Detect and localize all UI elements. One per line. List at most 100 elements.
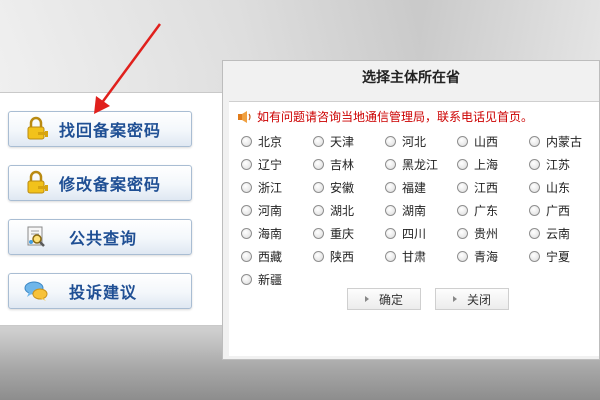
play-triangle-icon (452, 296, 457, 302)
province-label: 福建 (402, 181, 427, 195)
province-label: 四川 (402, 227, 427, 241)
province-label: 湖南 (402, 204, 427, 218)
province-label: 湖北 (330, 204, 355, 218)
lock-key-icon (23, 170, 49, 196)
radio-button[interactable] (313, 205, 324, 216)
province-option[interactable]: 云南 (529, 222, 600, 245)
province-option[interactable]: 甘肃 (385, 245, 457, 268)
radio-button[interactable] (457, 159, 468, 170)
radio-button[interactable] (457, 182, 468, 193)
radio-button[interactable] (529, 205, 540, 216)
radio-button[interactable] (385, 136, 396, 147)
province-option[interactable]: 辽宁 (241, 153, 313, 176)
public-query-button[interactable]: 公共查询 (8, 219, 192, 255)
close-button[interactable]: 关闭 (435, 288, 509, 310)
radio-button[interactable] (241, 159, 252, 170)
province-label: 上海 (474, 158, 499, 172)
document-search-icon (23, 224, 49, 250)
public-query-label: 公共查询 (69, 229, 138, 248)
province-option[interactable]: 广东 (457, 199, 529, 222)
radio-button[interactable] (457, 205, 468, 216)
province-option[interactable]: 广西 (529, 199, 600, 222)
province-option[interactable]: 山东 (529, 176, 600, 199)
province-label: 山西 (474, 135, 499, 149)
radio-button[interactable] (457, 251, 468, 262)
speaker-icon (237, 110, 253, 124)
province-option[interactable]: 北京 (241, 130, 313, 153)
radio-button[interactable] (457, 136, 468, 147)
province-option[interactable]: 河北 (385, 130, 457, 153)
province-option[interactable]: 上海 (457, 153, 529, 176)
radio-button[interactable] (241, 205, 252, 216)
confirm-button[interactable]: 确定 (347, 288, 421, 310)
radio-button[interactable] (529, 182, 540, 193)
province-label: 新疆 (258, 273, 283, 287)
province-option[interactable]: 江苏 (529, 153, 600, 176)
radio-button[interactable] (385, 251, 396, 262)
province-option[interactable]: 贵州 (457, 222, 529, 245)
province-option[interactable]: 河南 (241, 199, 313, 222)
province-label: 安徽 (330, 181, 355, 195)
complaint-suggestion-label: 投诉建议 (69, 283, 138, 302)
province-option[interactable]: 天津 (313, 130, 385, 153)
radio-button[interactable] (385, 228, 396, 239)
radio-button[interactable] (529, 251, 540, 262)
province-option[interactable]: 西藏 (241, 245, 313, 268)
province-option[interactable]: 江西 (457, 176, 529, 199)
province-label: 云南 (546, 227, 571, 241)
radio-button[interactable] (241, 182, 252, 193)
province-option[interactable]: 重庆 (313, 222, 385, 245)
play-triangle-icon (364, 296, 369, 302)
radio-button[interactable] (241, 274, 252, 285)
province-option[interactable]: 安徽 (313, 176, 385, 199)
radio-button[interactable] (313, 251, 324, 262)
province-option[interactable]: 湖北 (313, 199, 385, 222)
province-label: 黑龙江 (402, 158, 439, 172)
radio-button[interactable] (385, 182, 396, 193)
radio-button[interactable] (241, 251, 252, 262)
radio-button[interactable] (529, 136, 540, 147)
change-password-label: 修改备案密码 (59, 175, 162, 194)
province-option[interactable]: 内蒙古 (529, 130, 600, 153)
province-option[interactable]: 黑龙江 (385, 153, 457, 176)
province-label: 北京 (258, 135, 283, 149)
province-option[interactable]: 宁夏 (529, 245, 600, 268)
radio-button[interactable] (457, 228, 468, 239)
confirm-label: 确定 (378, 292, 403, 307)
province-option[interactable]: 吉林 (313, 153, 385, 176)
province-option[interactable]: 湖南 (385, 199, 457, 222)
province-option[interactable]: 海南 (241, 222, 313, 245)
change-password-button[interactable]: 修改备案密码 (8, 165, 192, 201)
province-option[interactable]: 浙江 (241, 176, 313, 199)
retrieve-password-button[interactable]: 找回备案密码 (8, 111, 192, 147)
retrieve-password-label: 找回备案密码 (59, 121, 162, 140)
chat-bubbles-icon (23, 278, 49, 304)
province-label: 吉林 (330, 158, 355, 172)
radio-button[interactable] (313, 159, 324, 170)
province-option[interactable]: 四川 (385, 222, 457, 245)
province-label: 陕西 (330, 250, 355, 264)
province-grid: 北京 天津 河北 山西 内蒙古 辽宁 吉林 黑龙江 上海 江苏 浙江 安徽 福建… (241, 130, 600, 291)
province-label: 贵州 (474, 227, 499, 241)
radio-button[interactable] (313, 136, 324, 147)
province-option[interactable]: 青海 (457, 245, 529, 268)
radio-button[interactable] (241, 136, 252, 147)
province-label: 甘肃 (402, 250, 427, 264)
complaint-suggestion-button[interactable]: 投诉建议 (8, 273, 192, 309)
close-label: 关闭 (466, 292, 491, 307)
province-option[interactable]: 新疆 (241, 268, 313, 291)
province-label: 浙江 (258, 181, 283, 195)
radio-button[interactable] (241, 228, 252, 239)
radio-button[interactable] (385, 159, 396, 170)
radio-button[interactable] (313, 182, 324, 193)
lock-key-icon (23, 116, 49, 142)
province-label: 宁夏 (546, 250, 571, 264)
radio-button[interactable] (313, 228, 324, 239)
radio-button[interactable] (529, 228, 540, 239)
radio-button[interactable] (385, 205, 396, 216)
province-option[interactable]: 陕西 (313, 245, 385, 268)
province-option[interactable]: 山西 (457, 130, 529, 153)
province-option[interactable]: 福建 (385, 176, 457, 199)
notice-line: 如有问题请咨询当地通信管理局，联系电话见首页。 (237, 108, 533, 125)
radio-button[interactable] (529, 159, 540, 170)
